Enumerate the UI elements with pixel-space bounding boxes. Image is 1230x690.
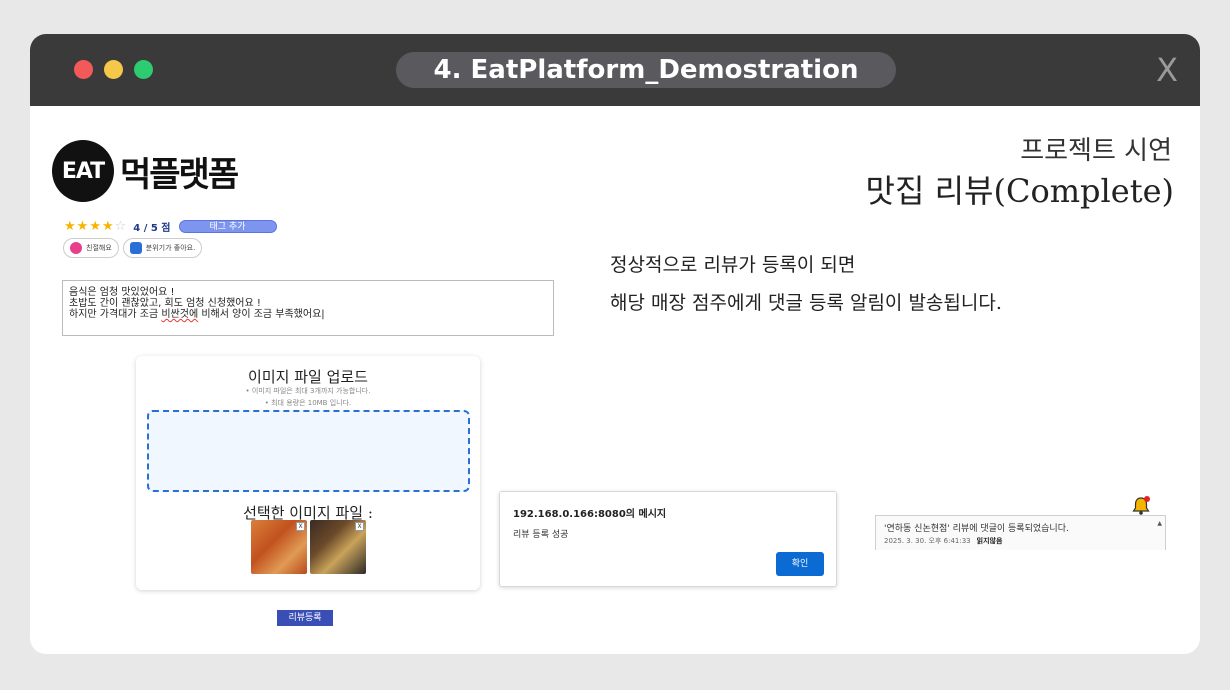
section-title: 맛집 리뷰(Complete) (865, 172, 1174, 210)
dialog-message: 리뷰 등록 성공 (513, 530, 569, 540)
notification-text: '연하동 신논현점' 리뷰에 댓글이 등록되었습니다. (884, 524, 1069, 534)
review-line: 초밥도 간이 괜찮았고, 회도 엄청 신청했어요 ! (69, 298, 261, 309)
close-icon[interactable]: X (1156, 50, 1178, 90)
file-drop-zone[interactable] (147, 410, 470, 492)
image-upload-card: 이미지 파일 업로드 • 이미지 파일은 최대 3개까지 가능합니다. • 최대… (136, 356, 480, 590)
image-thumbnail: X (310, 520, 366, 574)
upload-note: • 이미지 파일은 최대 3개까지 가능합니다. (245, 387, 371, 395)
score-text: 4 / 5 점 (133, 222, 171, 234)
star-icon: ★ (89, 218, 102, 234)
maximize-window-dot[interactable] (134, 60, 153, 79)
tag-chips: 친절해요 분위기가 좋아요. (63, 238, 203, 258)
tag-chip-label: 친절해요 (86, 244, 112, 252)
sofa-icon (129, 242, 142, 254)
description: 정상적으로 리뷰가 등록이 되면 해당 매장 점주에게 댓글 등록 알림이 발송… (610, 246, 1002, 322)
tag-chip-atmosphere[interactable]: 분위기가 좋아요. (122, 238, 203, 258)
star-icon: ★ (64, 218, 77, 234)
minimize-window-dot[interactable] (104, 60, 123, 79)
remove-image-icon[interactable]: X (296, 522, 305, 531)
review-line: 하지만 가격대가 조금 비싼것에 비해서 양이 조금 부족했어요| (69, 309, 325, 320)
heart-icon (70, 242, 82, 254)
rating-row: ★★★★☆ 4 / 5 점 태그 추가 (64, 218, 277, 234)
star-icon: ★ (76, 218, 90, 234)
slide-content: EAT 먹플랫폼 프로젝트 시연 맛집 리뷰(Complete) 정상적으로 리… (30, 106, 1200, 654)
star-empty-icon: ☆ (114, 218, 128, 234)
title-bar: 4. EatPlatform_Demostration X (30, 34, 1200, 106)
remove-image-icon[interactable]: X (355, 522, 364, 531)
dialog-ok-button[interactable]: 확인 (776, 552, 824, 576)
app-window: 4. EatPlatform_Demostration X EAT 먹플랫폼 프… (30, 34, 1200, 654)
logo: EAT 먹플랫폼 (52, 140, 239, 202)
notification-time: 2025. 3. 30. 오후 6:41:33 (884, 537, 971, 545)
upload-title: 이미지 파일 업로드 (248, 368, 368, 386)
star-rating[interactable]: ★★★★☆ (64, 219, 127, 234)
image-thumbnail: X (251, 520, 307, 574)
tag-chip-label: 분위기가 좋아요. (145, 244, 196, 252)
window-title: 4. EatPlatform_Demostration (396, 52, 896, 88)
description-line-2: 해당 매장 점주에게 댓글 등록 알림이 발송됩니다. (610, 292, 1002, 314)
bell-icon[interactable] (1130, 496, 1152, 516)
upload-note: • 최대 용량은 10MB 입니다. (264, 399, 352, 407)
section-subtitle: 프로젝트 시연 (1020, 136, 1172, 166)
close-window-dot[interactable] (74, 60, 93, 79)
review-line: 음식은 엄청 맛있었어요 ! (69, 287, 175, 298)
logo-mark: EAT (52, 140, 114, 202)
scroll-up-icon[interactable]: ▲ (1157, 520, 1162, 527)
alert-dialog: 192.168.0.166:8080의 메시지 리뷰 등록 성공 확인 (499, 491, 837, 587)
notification-status: 읽지않음 (976, 537, 1003, 545)
notification-meta: 2025. 3. 30. 오후 6:41:33 읽지않음 (884, 536, 1002, 546)
add-tag-button[interactable]: 태그 추가 (178, 219, 277, 233)
logo-text: 먹플랫폼 (120, 154, 239, 195)
star-icon: ★ (101, 218, 115, 234)
tag-chip-kind[interactable]: 친절해요 (63, 238, 119, 258)
review-textarea[interactable]: 음식은 엄청 맛있었어요 ! 초밥도 간이 괜찮았고, 회도 엄청 신청했어요 … (62, 280, 554, 336)
spellcheck-word: 비싼것에 (161, 309, 199, 320)
notification-item[interactable]: '연하동 신논현점' 리뷰에 댓글이 등록되었습니다. 2025. 3. 30.… (875, 515, 1166, 550)
submit-review-button[interactable]: 리뷰등록 (277, 610, 333, 626)
selected-images-title: 선택한 이미지 파일 : (243, 504, 373, 522)
dialog-title: 192.168.0.166:8080의 메시지 (513, 509, 667, 520)
description-line-1: 정상적으로 리뷰가 등록이 되면 (610, 254, 856, 276)
